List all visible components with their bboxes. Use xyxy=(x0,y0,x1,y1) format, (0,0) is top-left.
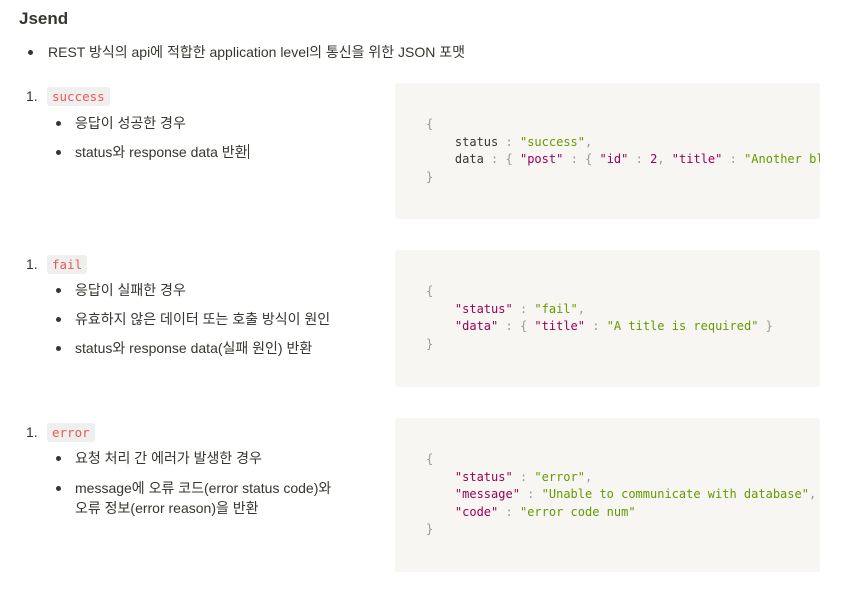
list-item-text: 요청 처리 간 에러가 발생한 경우 xyxy=(75,450,262,466)
code-block-success[interactable]: { status : "success", data : { "post" : … xyxy=(395,83,820,219)
bullet-dot xyxy=(28,49,33,55)
code-text[interactable]: { status : "success", data : { "post" : … xyxy=(426,116,820,186)
bullet-dot xyxy=(56,486,61,491)
bullet-dot xyxy=(56,150,61,155)
list-item-text: message에 오류 코드(error status code)와 오류 정보(… xyxy=(75,480,332,516)
list-item: message에 오류 코드(error status code)와 오류 정보(… xyxy=(56,478,331,518)
list-item-text: 응답이 성공한 경우 xyxy=(75,115,186,131)
page-title: Jsend xyxy=(19,9,69,28)
list-number: 1. xyxy=(26,88,38,104)
code-block-error[interactable]: { "status" : "error", "message" : "Unabl… xyxy=(395,418,820,572)
bullet-dot xyxy=(56,288,61,293)
list-item[interactable]: status와 response data 반환 xyxy=(56,142,249,162)
bullet-dot xyxy=(56,346,61,351)
list-item: 응답이 실패한 경우 xyxy=(56,280,186,300)
list-number: 1. xyxy=(26,424,38,440)
list-item-text: 유효하지 않은 데이터 또는 호출 방식이 원인 xyxy=(75,311,331,327)
list-number: 1. xyxy=(26,256,38,272)
list-item-text: 응답이 실패한 경우 xyxy=(75,282,186,298)
intro-bullet: REST 방식의 api에 적합한 application level의 통신을… xyxy=(28,42,465,62)
inline-code-error: error xyxy=(47,423,95,442)
list-item: status와 response data(실패 원인) 반환 xyxy=(56,338,312,358)
bullet-dot xyxy=(56,456,61,461)
code-text[interactable]: { "status" : "fail", "data" : { "title" … xyxy=(426,283,773,353)
bullet-dot xyxy=(56,121,61,126)
code-block-fail[interactable]: { "status" : "fail", "data" : { "title" … xyxy=(395,250,820,387)
list-item-text: status와 response data(실패 원인) 반환 xyxy=(75,340,313,356)
list-item-text[interactable]: status와 response data 반환 xyxy=(75,142,249,162)
text-caret xyxy=(247,144,249,159)
list-item: 유효하지 않은 데이터 또는 호출 방식이 원인 xyxy=(56,309,330,329)
bullet-dot xyxy=(56,317,61,322)
list-item: 요청 처리 간 에러가 발생한 경우 xyxy=(56,448,262,468)
inline-code-fail: fail xyxy=(47,255,88,274)
intro-text: REST 방식의 api에 적합한 application level의 통신을… xyxy=(48,44,466,60)
inline-code-success: success xyxy=(47,87,110,106)
list-item: 응답이 성공한 경우 xyxy=(56,113,186,133)
code-text[interactable]: { "status" : "error", "message" : "Unabl… xyxy=(426,451,816,539)
